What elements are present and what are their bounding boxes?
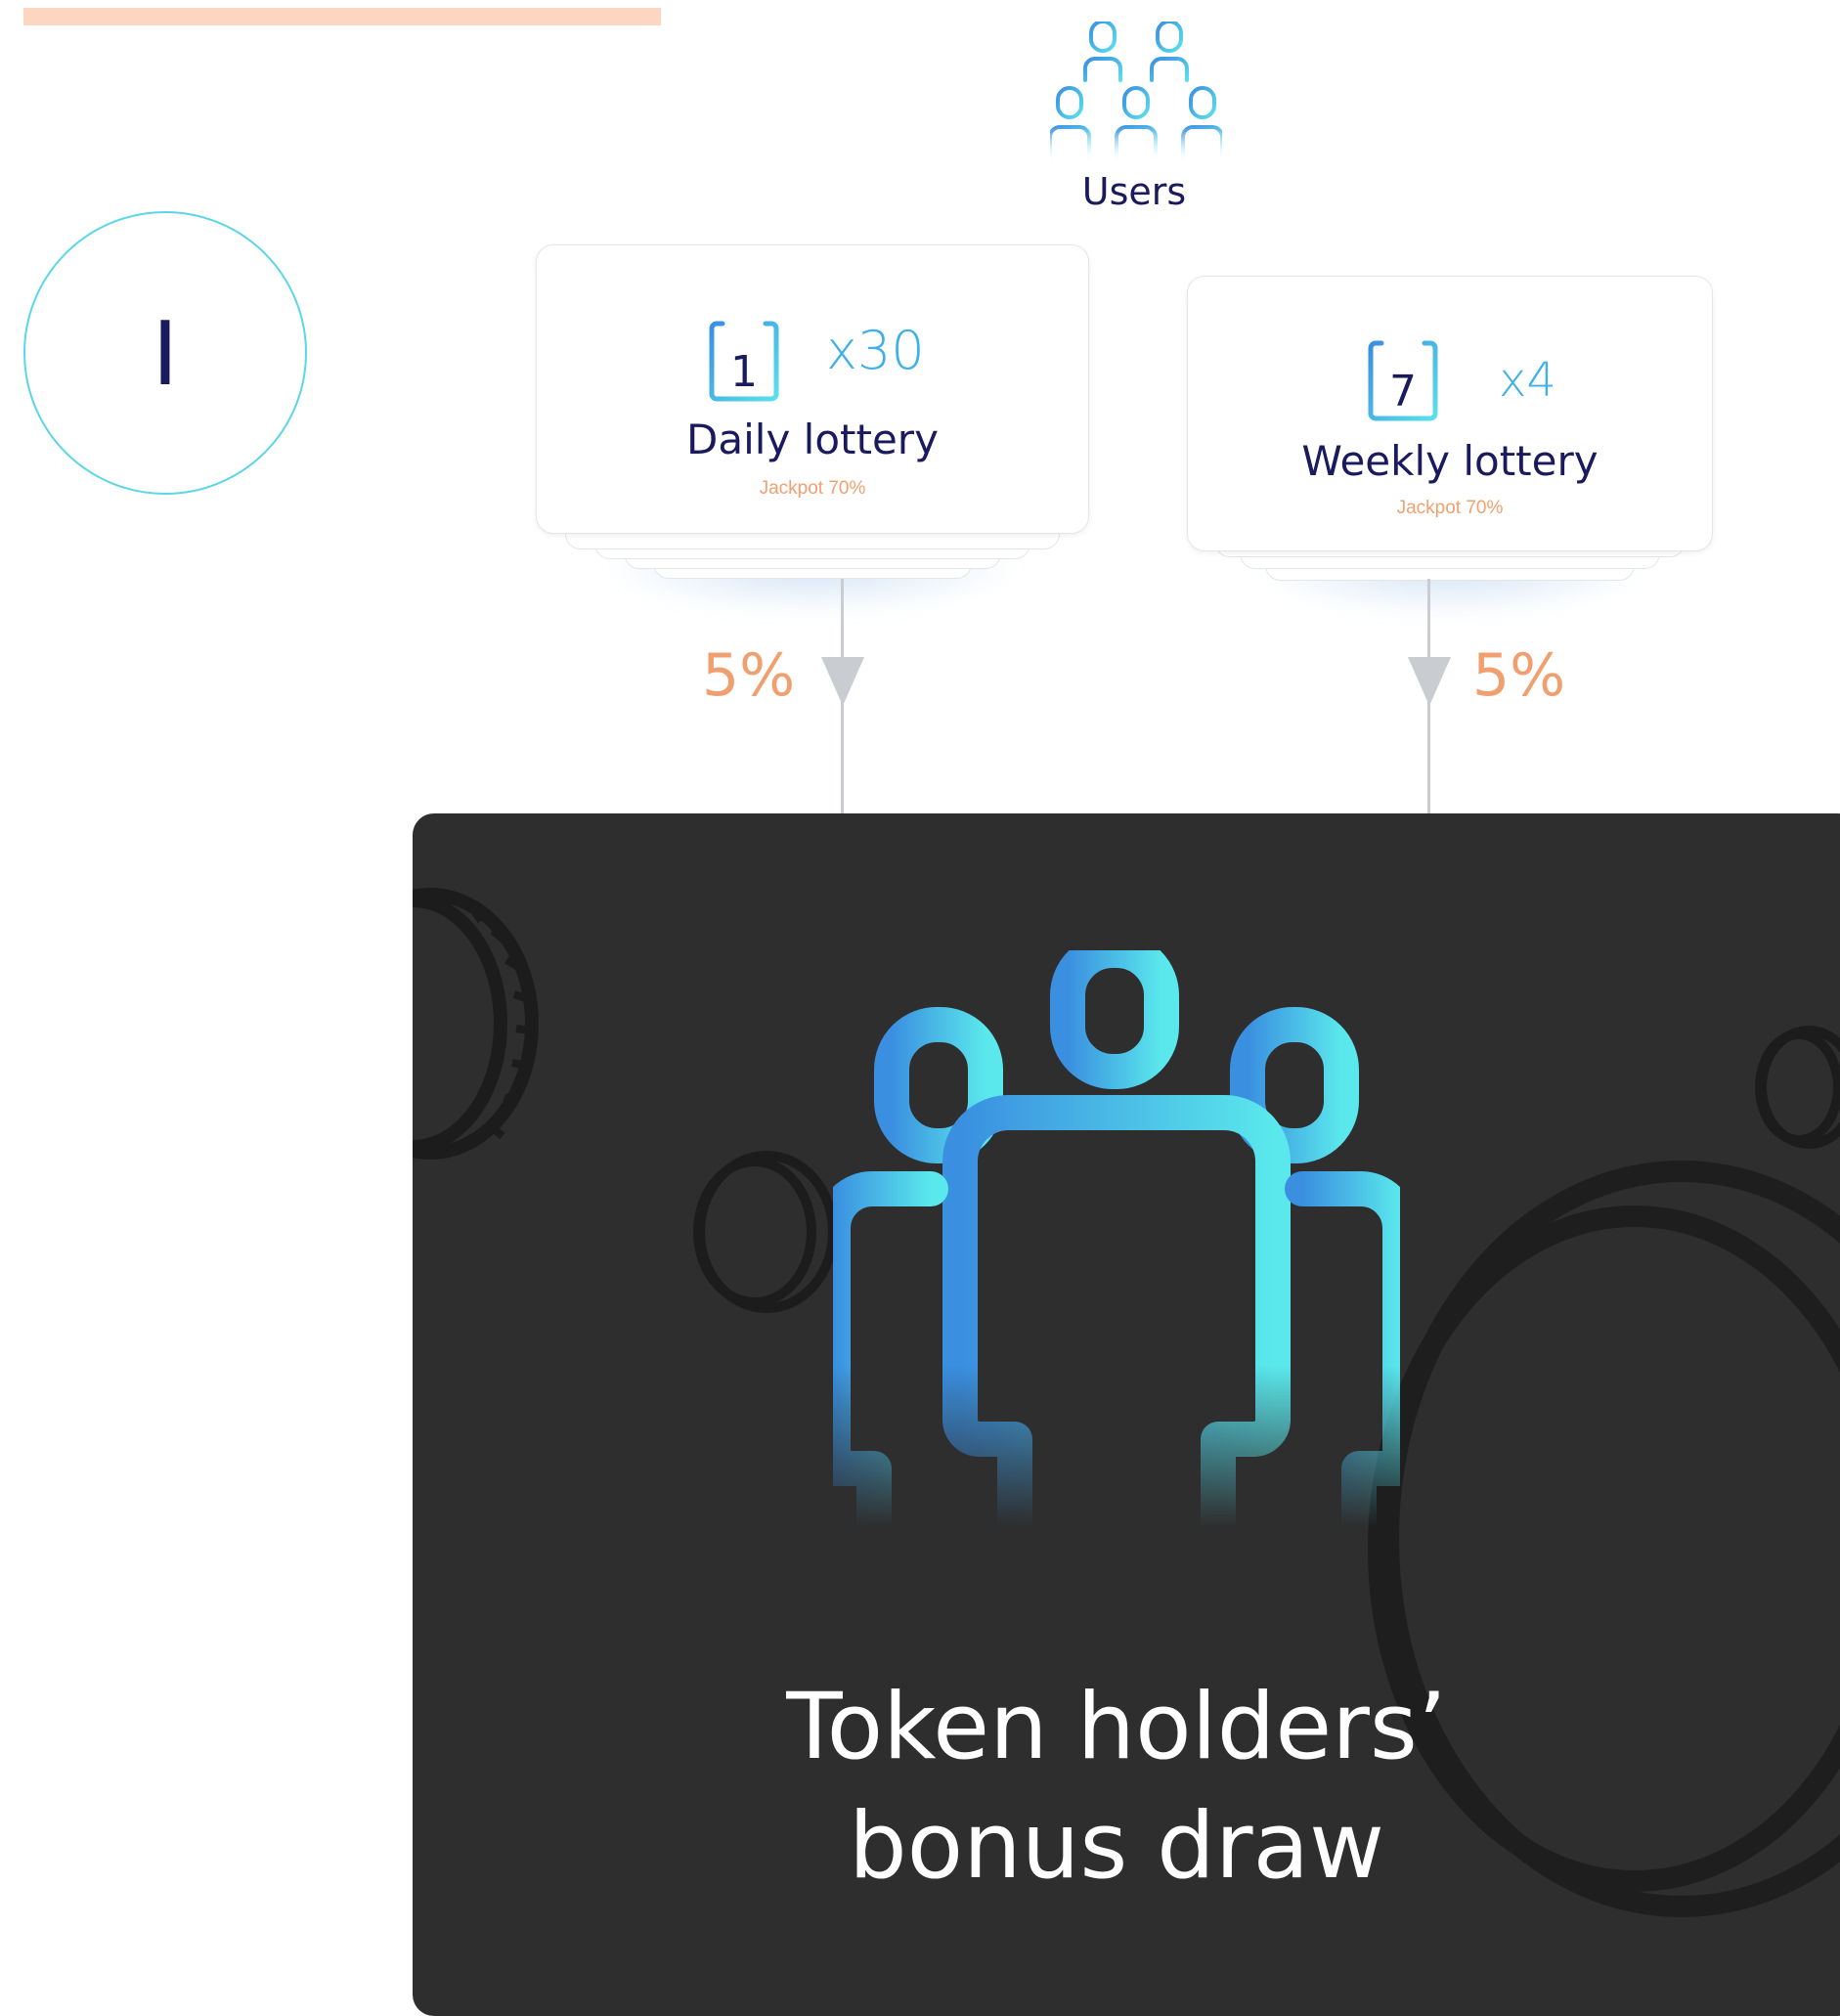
- weekly-percentage: 5%: [1472, 641, 1566, 710]
- coin-icon: [413, 888, 539, 1160]
- section-number: I: [152, 300, 179, 405]
- weekly-multiplier: x4: [1499, 353, 1556, 408]
- token-holders-icon: [784, 931, 1449, 1560]
- daily-lottery-card: 1 x30 Daily lottery Jackpot 70%: [536, 244, 1089, 616]
- panel-title-line-1: Token holders’: [786, 1674, 1447, 1780]
- section-number-badge: I: [23, 211, 307, 495]
- top-accent-bar: [23, 8, 661, 25]
- coin-icon: [1755, 1026, 1840, 1149]
- weekly-jackpot: Jackpot 70%: [1396, 498, 1504, 518]
- card-front: 1 x30 Daily lottery Jackpot 70%: [536, 244, 1089, 534]
- weekly-lottery-title: Weekly lottery: [1301, 437, 1599, 485]
- calendar-day-number: 1: [730, 347, 758, 397]
- daily-arrow-head: [821, 657, 864, 706]
- users-group-icon: [1038, 14, 1234, 174]
- weekly-arrow-head: [1408, 657, 1451, 706]
- daily-multiplier: x30: [826, 320, 925, 381]
- weekly-lottery-card: 7 x4 Weekly lottery Jackpot 70%: [1187, 276, 1713, 618]
- panel-title-line-2: bonus draw: [849, 1793, 1384, 1900]
- daily-lottery-title: Daily lottery: [686, 416, 939, 463]
- daily-jackpot: Jackpot 70%: [759, 478, 866, 499]
- calendar-week-number: 7: [1389, 367, 1417, 416]
- daily-percentage: 5%: [702, 641, 796, 710]
- users-label: Users: [1081, 170, 1187, 213]
- panel-title: Token holders’ bonus draw: [686, 1668, 1547, 1906]
- card-front: 7 x4 Weekly lottery Jackpot 70%: [1187, 276, 1713, 551]
